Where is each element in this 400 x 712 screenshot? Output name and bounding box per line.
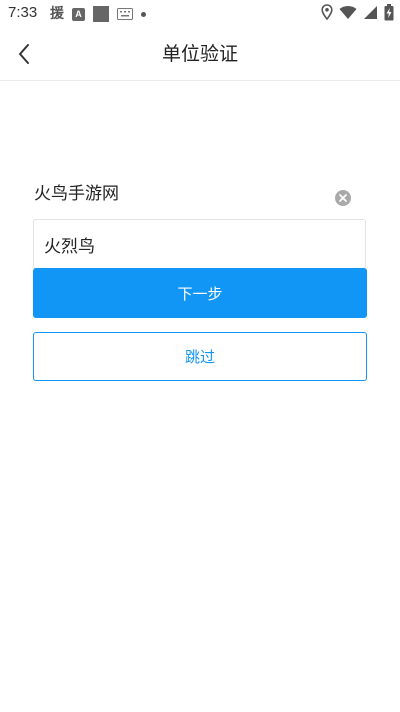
clear-circle-icon xyxy=(335,190,351,206)
chevron-left-icon xyxy=(19,44,29,64)
skip-button[interactable]: 跳过 xyxy=(33,332,367,381)
more-notifications-dot-icon xyxy=(141,11,146,17)
status-time: 7:33 xyxy=(8,4,38,21)
next-step-button[interactable]: 下一步 xyxy=(33,268,367,318)
clear-button[interactable] xyxy=(334,189,352,207)
page-title: 单位验证 xyxy=(161,43,238,65)
signal-icon xyxy=(363,5,378,24)
keyboard-icon xyxy=(117,5,133,24)
name-input[interactable] xyxy=(33,219,366,269)
notification-a-icon: A xyxy=(72,7,85,21)
notification-square-icon xyxy=(93,6,109,22)
company-label: 火鸟手游网 xyxy=(34,184,119,204)
app-header: 单位验证 xyxy=(0,28,400,81)
location-icon xyxy=(321,4,333,24)
notification-icons: 援 A xyxy=(50,5,146,23)
battery-charging-icon xyxy=(384,3,394,25)
system-status-icons xyxy=(321,3,394,25)
wifi-icon xyxy=(339,5,357,24)
back-button[interactable] xyxy=(10,40,38,68)
status-bar: 7:33 援 A xyxy=(0,0,400,28)
notification-app-icon: 援 xyxy=(50,6,64,22)
